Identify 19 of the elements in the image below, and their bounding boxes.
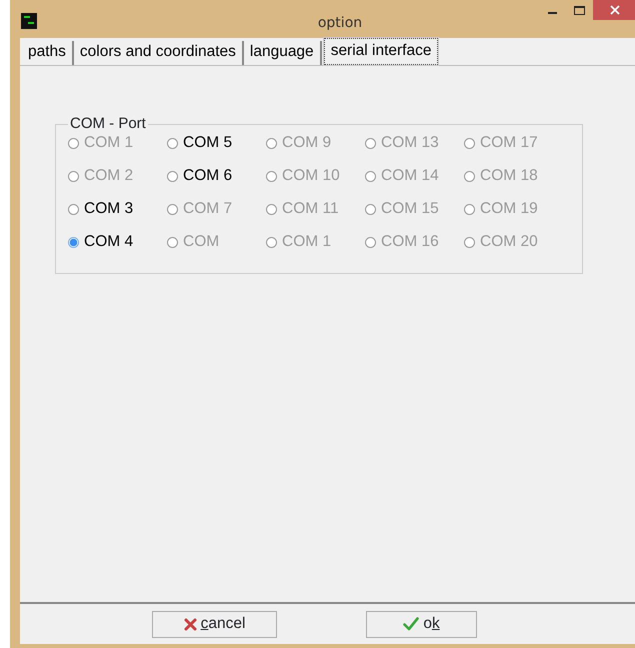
radio-label[interactable]: COM 3 — [84, 197, 134, 221]
radio-button[interactable] — [68, 204, 79, 214]
close-button[interactable] — [593, 0, 635, 20]
check-icon — [403, 617, 420, 631]
minimize-icon — [548, 12, 557, 14]
radio-button[interactable] — [167, 170, 178, 182]
tab[interactable]: serial interface — [324, 38, 438, 65]
app-icon — [21, 13, 37, 29]
close-icon — [610, 5, 620, 15]
cancel-button[interactable]: cancel — [152, 610, 277, 638]
radio-label[interactable]: COM 5 — [183, 131, 232, 155]
radio-label[interactable]: COM 6 — [183, 164, 232, 188]
window-title: option — [318, 14, 362, 32]
radio-button[interactable] — [68, 236, 79, 248]
maximize-icon — [574, 6, 585, 14]
ok-button[interactable]: ok — [366, 610, 477, 638]
radio-button[interactable] — [167, 138, 178, 148]
radio-label[interactable]: COM 4 — [84, 230, 134, 254]
cross-icon — [184, 618, 197, 630]
